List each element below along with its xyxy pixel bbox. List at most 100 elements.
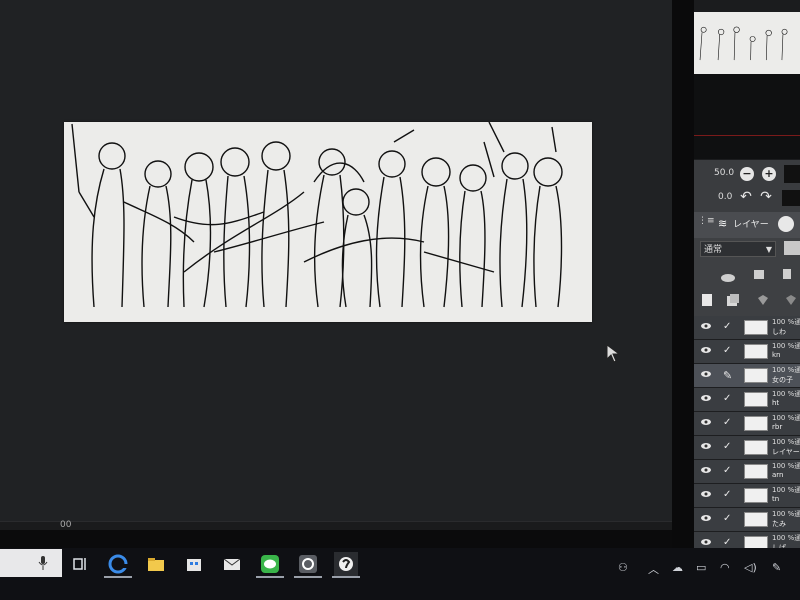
eye-icon[interactable] xyxy=(701,370,711,378)
layer-row[interactable]: ✓ 100 %通 しわ xyxy=(694,316,800,340)
layer-thumbnail xyxy=(744,392,768,407)
opacity-slider[interactable] xyxy=(784,241,800,255)
eye-icon[interactable] xyxy=(701,394,711,402)
layer-row[interactable]: ✓ 100 %通 rbr xyxy=(694,412,800,436)
clip-studio-icon[interactable] xyxy=(334,552,358,576)
mouse-pointer-icon xyxy=(606,344,622,368)
line-app-icon[interactable] xyxy=(258,552,282,576)
rotate-left-icon[interactable]: ↶ xyxy=(738,190,754,204)
microphone-icon[interactable] xyxy=(38,555,48,571)
layer-name: arn xyxy=(772,471,784,479)
new-folder-icon[interactable] xyxy=(756,292,770,306)
eye-icon[interactable] xyxy=(701,490,711,498)
wifi-icon[interactable]: ◠ xyxy=(720,561,730,574)
layer-row[interactable]: ✓ 100 %通 arn xyxy=(694,460,800,484)
checkmark-icon[interactable]: ✓ xyxy=(723,321,731,332)
chevron-down-icon: ▼ xyxy=(765,245,772,254)
checkmark-icon[interactable]: ✓ xyxy=(723,345,731,356)
checkmark-icon[interactable]: ✓ xyxy=(723,537,731,548)
canvas-zoom-readout: 00 xyxy=(60,520,72,530)
zoom-out-button[interactable]: − xyxy=(740,167,754,181)
mail-icon[interactable] xyxy=(220,552,244,576)
taskbar-search-box[interactable] xyxy=(0,549,62,577)
layer-opacity: 100 %通 xyxy=(772,342,800,350)
layer-row[interactable]: ✓ 100 %通 kn xyxy=(694,340,800,364)
layer-opacity: 100 %通 xyxy=(772,318,800,326)
rotate-value[interactable]: 0.0 xyxy=(718,192,732,202)
navigator-controls: 50.0 − + 0.0 ↶ ↷ xyxy=(694,160,800,212)
task-view-icon[interactable] xyxy=(68,552,92,576)
tab-color-icon[interactable] xyxy=(778,216,794,232)
layer-row[interactable]: ✓ 100 %通 レイヤー xyxy=(694,436,800,460)
layer-row[interactable]: ✓ 100 %通 tn xyxy=(694,484,800,508)
checkmark-icon[interactable]: ✓ xyxy=(723,393,731,404)
volume-icon[interactable]: ◁) xyxy=(744,561,757,574)
mask-icon[interactable] xyxy=(784,292,798,306)
layer-name: ht xyxy=(772,399,780,407)
layer-stack-icon: ≋ xyxy=(718,217,728,230)
layer-name: たみ xyxy=(772,520,786,528)
battery-icon[interactable]: ▭ xyxy=(696,561,706,574)
eye-icon[interactable] xyxy=(701,418,711,426)
layer-thumbnail xyxy=(744,464,768,479)
store-icon[interactable] xyxy=(182,552,206,576)
swirl-app-icon[interactable] xyxy=(296,552,320,576)
layer-opacity: 100 %通 xyxy=(772,366,800,374)
chevron-up-icon[interactable]: ︿ xyxy=(648,561,659,577)
clipping-icon[interactable] xyxy=(752,266,766,280)
pen-tray-icon[interactable]: ✎ xyxy=(772,561,781,574)
zoom-value[interactable]: 50.0 xyxy=(714,168,734,178)
eye-icon[interactable] xyxy=(701,442,711,450)
reference-icon[interactable] xyxy=(780,266,794,280)
layer-row-selected[interactable]: ✎ 100 %通 女の子 xyxy=(694,364,800,388)
horizontal-scrollbar[interactable] xyxy=(0,521,672,530)
layer-name: しわ xyxy=(772,328,786,336)
people-icon[interactable]: ⚇ xyxy=(618,561,628,574)
layer-thumbnail xyxy=(744,440,768,455)
checkmark-icon[interactable]: ✓ xyxy=(723,441,731,452)
new-vector-layer-icon[interactable] xyxy=(726,292,740,306)
fit-view-button[interactable] xyxy=(784,165,800,183)
layer-thumbnail xyxy=(744,416,768,431)
eye-icon[interactable] xyxy=(701,346,711,354)
navigator-thumbnail xyxy=(699,26,788,61)
layer-row[interactable]: ✓ 100 %通 たみ xyxy=(694,508,800,532)
figure-sketch-lineart xyxy=(71,122,563,308)
artwork-canvas[interactable] xyxy=(64,122,592,322)
navigator-viewport-line xyxy=(694,135,800,136)
rotate-right-icon[interactable]: ↷ xyxy=(758,190,774,204)
edge-active-indicator xyxy=(104,576,132,578)
layer-opacity: 100 %通 xyxy=(772,510,800,518)
eye-icon[interactable] xyxy=(701,322,711,330)
checkmark-icon[interactable]: ✓ xyxy=(723,489,731,500)
weather-icon[interactable]: ☁ xyxy=(672,561,683,574)
new-raster-layer-icon[interactable] xyxy=(700,292,714,306)
panel-menu-icon[interactable]: ⋮≡ xyxy=(698,216,715,226)
navigator-preview[interactable] xyxy=(694,12,800,74)
reset-rotation-button[interactable] xyxy=(782,190,800,206)
tab-layer[interactable]: レイヤー xyxy=(730,214,772,236)
layer-row[interactable]: ✓ 100 %通 ht xyxy=(694,388,800,412)
file-explorer-icon[interactable] xyxy=(144,552,168,576)
eye-icon[interactable] xyxy=(701,466,711,474)
layer-thumbnail xyxy=(744,344,768,359)
pen-icon: ✎ xyxy=(723,369,733,382)
layer-opacity: 100 %通 xyxy=(772,390,800,398)
layer-name: kn xyxy=(772,351,781,359)
lock-icon[interactable] xyxy=(720,268,735,282)
eye-icon[interactable] xyxy=(701,514,711,522)
checkmark-icon[interactable]: ✓ xyxy=(723,513,731,524)
layer-thumbnail xyxy=(744,488,768,503)
zoom-in-button[interactable]: + xyxy=(762,167,776,181)
layer-panel-tabs: ⋮≡ ≋ レイヤー xyxy=(694,212,800,238)
line-active-indicator xyxy=(256,576,284,578)
layer-name: レイヤー xyxy=(772,448,800,456)
checkmark-icon[interactable]: ✓ xyxy=(723,417,731,428)
checkmark-icon[interactable]: ✓ xyxy=(723,465,731,476)
layer-name: tn xyxy=(772,495,780,503)
edge-icon[interactable] xyxy=(106,552,130,576)
panel-divider[interactable] xyxy=(672,0,694,600)
eye-icon[interactable] xyxy=(701,538,711,546)
layer-list: ✓ 100 %通 しわ ✓ 100 %通 kn ✎ 100 %通 女の子 ✓ 1… xyxy=(694,316,800,556)
blend-mode-select[interactable]: 通常 ▼ xyxy=(700,241,776,257)
